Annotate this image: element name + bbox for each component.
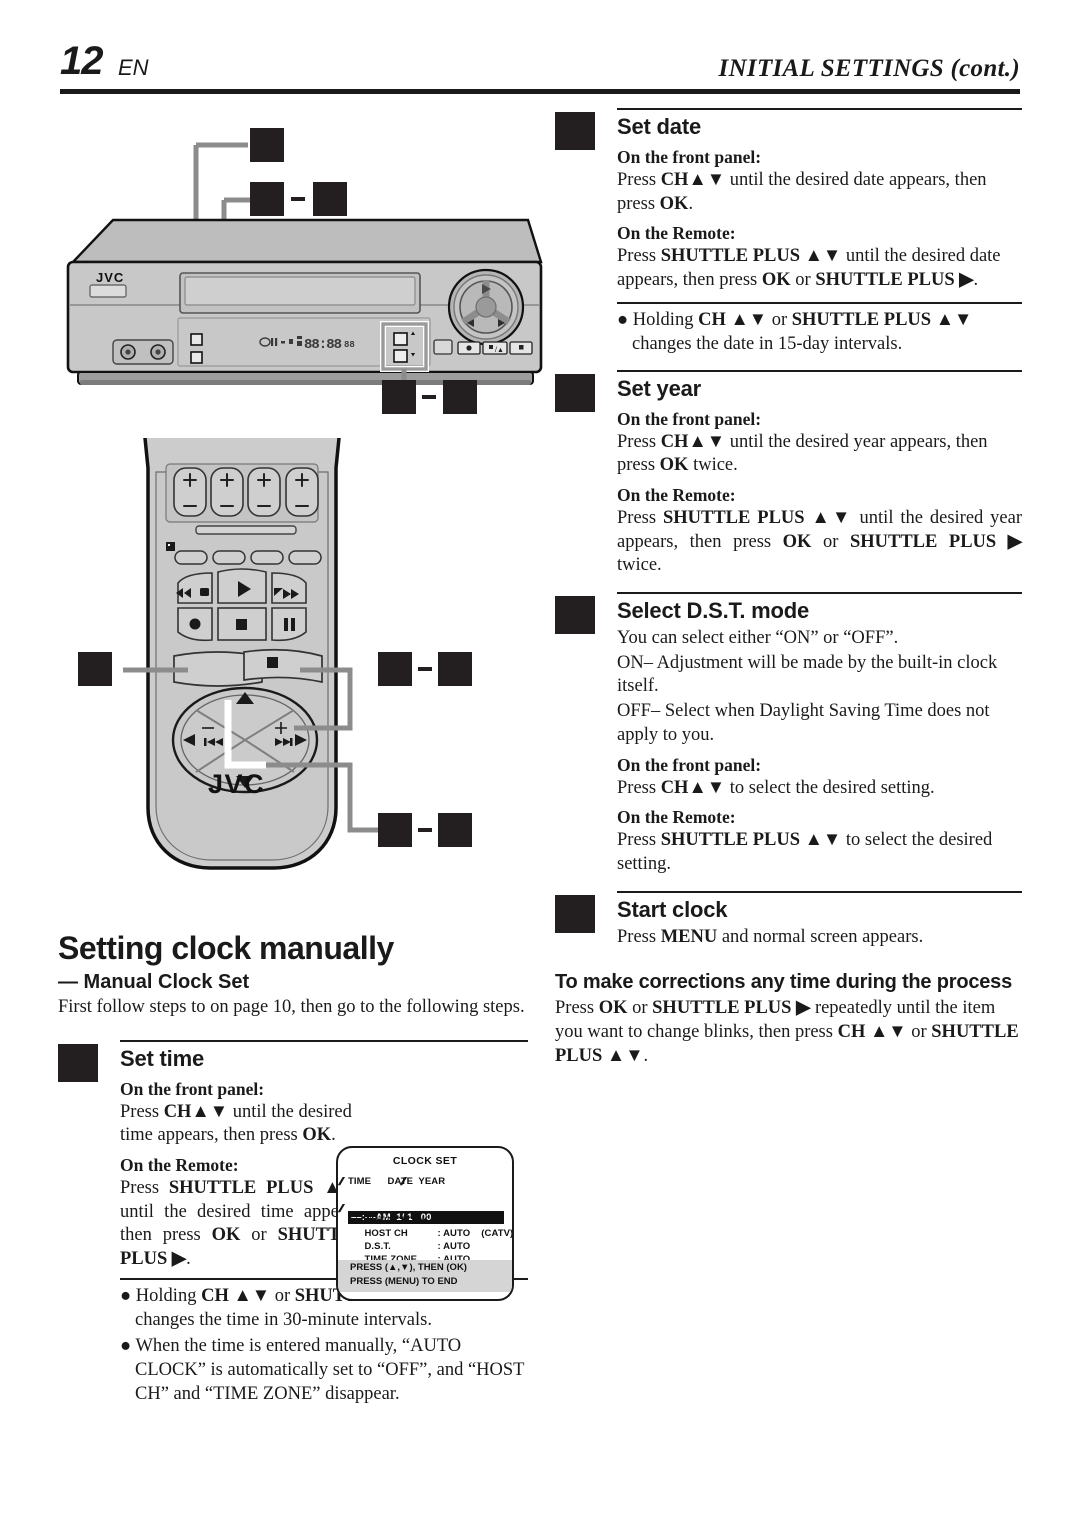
- osd-row-dst: D.S.T.: AUTO: [348, 1230, 504, 1252]
- note-item: ● When the time is entered manually, “AU…: [120, 1335, 525, 1404]
- section-heading: Select D.S.T. mode: [617, 598, 810, 624]
- section-corrections: To make corrections any time during the …: [555, 971, 1022, 1068]
- section-set-year: Set year On the front panel: Press CH▲▼ …: [555, 369, 1023, 578]
- svg-text:/▲: /▲: [495, 347, 504, 354]
- intro-paragraph: First follow steps to on page 10, then g…: [58, 997, 525, 1017]
- right-column: Set date On the front panel: Press CH▲▼ …: [555, 108, 1022, 1068]
- section-divider: [617, 592, 1022, 595]
- section-divider: [120, 1039, 528, 1042]
- step-marker-set-year: [555, 373, 595, 412]
- instruction-start-clock: Press MENU and normal screen appears.: [617, 926, 924, 947]
- step-marker-start-clock: [555, 894, 595, 933]
- osd-row-host-ch: HOST CH: AUTO (CATV): [348, 1217, 512, 1239]
- dst-option-on: ON– Adjustment will be made by the built…: [617, 652, 998, 697]
- subheading-remote: On the Remote:: [617, 223, 736, 244]
- section-select-dst-mode: Select D.S.T. mode You can select either…: [555, 592, 1022, 876]
- instruction-front-panel: Press CH▲▼ to select the desired setting…: [617, 777, 935, 798]
- instruction-front-panel: Press CH▲▼ until the desired year appear…: [617, 431, 988, 476]
- section-start-clock: Start clock Press MENU and normal screen…: [555, 890, 1022, 950]
- osd-title: CLOCK SET: [392, 1155, 458, 1167]
- blink-indicator-time: //: [336, 1176, 344, 1188]
- subheading-front-panel: On the front panel:: [617, 147, 762, 167]
- osd-highlighted-row: ––:––AM 1/ 1 00: [348, 1189, 504, 1224]
- osd-footer-line-1: PRESS (▲,▼), THEN (OK): [350, 1262, 467, 1273]
- svg-text:88:88: 88:88: [304, 337, 342, 353]
- subheading-front-panel: On the front panel:: [617, 408, 762, 429]
- osd-row-time-zone: TIME ZONE: AUTO: [348, 1243, 504, 1265]
- section-divider: [617, 369, 1022, 372]
- subheading-front-panel: On the front panel:: [120, 1078, 265, 1099]
- instruction-remote: Press SHUTTLE PLUS ▲▼ to select the desi…: [617, 830, 993, 874]
- header-divider: [60, 89, 1020, 94]
- subheading-remote: On the Remote:: [617, 485, 736, 506]
- dst-option-off: OFF– Select when Daylight Saving Time do…: [617, 701, 990, 745]
- instruction-front-panel: Press CH▲▼ until the desired date appear…: [617, 170, 987, 214]
- instruction-remote: Press SHUTTLE PLUS ▲▼ until the desired …: [617, 246, 1001, 291]
- osd-row-auto-clock: AUTO CLOCK: ON: [348, 1204, 504, 1226]
- subheading-front-panel: On the front panel:: [617, 754, 762, 775]
- corrections-text: Press OK or SHUTTLE PLUS ▶ repeatedly un…: [555, 998, 1019, 1066]
- vcr-front-panel-illustration: JVC 88:88 88 /▲: [58, 112, 558, 432]
- step-marker-set-time: [58, 1043, 98, 1082]
- svg-text:JVC: JVC: [96, 270, 124, 285]
- section-heading: Start clock: [617, 896, 728, 922]
- section-heading: Set date: [617, 114, 701, 139]
- page-number: 12: [60, 39, 103, 83]
- section-set-date: Set date On the front panel: Press CH▲▼ …: [555, 108, 1022, 356]
- page-language: EN: [118, 55, 149, 80]
- note-divider: [617, 301, 1022, 304]
- subheading-remote: On the Remote:: [120, 1155, 239, 1176]
- corrections-heading: To make corrections any time during the …: [555, 971, 1013, 994]
- osd-column-headers: TIME DATE YEAR: [348, 1176, 446, 1187]
- clock-set-osd-screen: CLOCK SET // // // TIME DATE YEAR ––:––A…: [336, 1146, 514, 1301]
- section-heading: Set year: [617, 375, 702, 401]
- blink-indicator-auto-clock: //: [336, 1203, 344, 1215]
- section-divider: [617, 890, 1022, 893]
- section-divider: [617, 108, 1022, 110]
- instruction-front-panel: Press CH▲▼ until the desired time appear…: [120, 1101, 352, 1146]
- step-marker-set-date: [555, 112, 595, 150]
- step-marker-select-dst: [555, 596, 595, 635]
- osd-footer-line-2: PRESS (MENU) TO END: [350, 1276, 458, 1287]
- subheading-remote: On the Remote:: [617, 807, 736, 828]
- page-title: Setting clock manually: [58, 930, 394, 966]
- dst-intro: You can select either “ON” or “OFF”.: [617, 628, 899, 649]
- note-item: ● Holding CH ▲▼ or SHUTTLE PLUS ▲▼ chang…: [617, 309, 973, 354]
- remote-control-illustration: JVC: [78, 438, 528, 890]
- svg-text:88: 88: [344, 340, 355, 350]
- osd-footer: PRESS (▲,▼), THEN (OK) PRESS (MENU) TO E…: [338, 1260, 512, 1292]
- instruction-remote: Press SHUTTLE PLUS ▲▼ until the desired …: [617, 508, 1023, 576]
- page-header: 12 EN INITIAL SETTINGS (cont.): [60, 34, 1020, 94]
- svg-text:JVC: JVC: [208, 769, 265, 799]
- chapter-title: INITIAL SETTINGS (cont.): [718, 55, 1020, 82]
- page-subtitle: — Manual Clock Set: [58, 971, 250, 993]
- instruction-remote: Press SHUTTLE PLUS ▲▼ until the desired …: [120, 1178, 365, 1270]
- section-heading: Set time: [120, 1045, 204, 1071]
